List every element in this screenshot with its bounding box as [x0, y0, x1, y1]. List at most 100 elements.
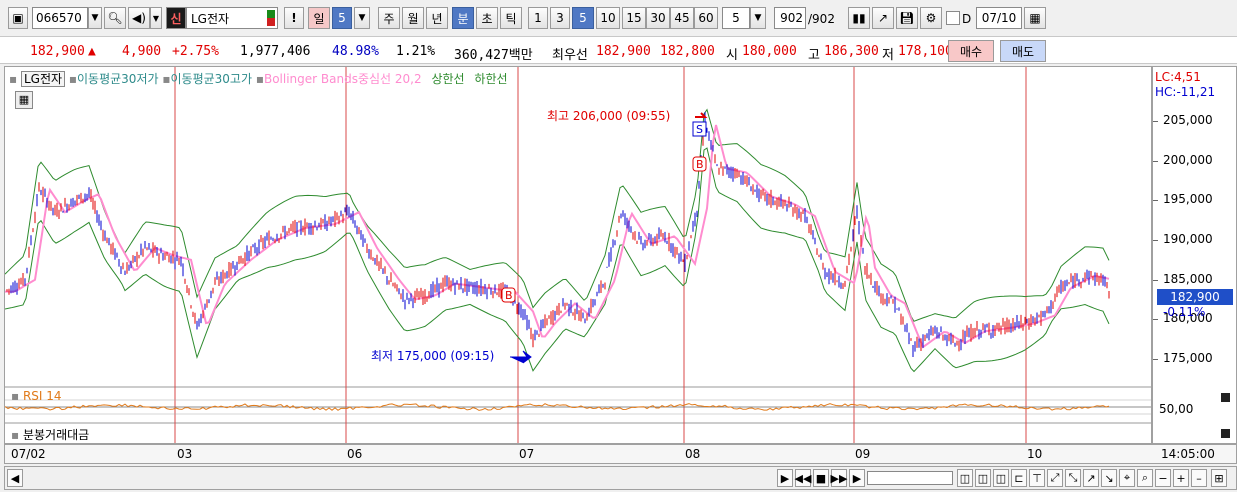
tool-icon-11[interactable]: ⌕ [1137, 469, 1153, 487]
stock-code-input[interactable]: 066570 [32, 7, 88, 29]
interval-15[interactable]: 15 [622, 7, 646, 29]
zoom-slider[interactable] [867, 471, 953, 485]
period-value[interactable]: 5 [332, 7, 352, 29]
code-dropdown-icon[interactable]: ▼ [88, 7, 102, 29]
rsi-label: ▪ RSI 14 [11, 389, 62, 403]
tab-minute[interactable]: 분 [452, 7, 474, 29]
tab-tick[interactable]: 틱 [500, 7, 522, 29]
tab-month[interactable]: 월 [402, 7, 424, 29]
top-toolbar: ▣ 066570 ▼ 🔍︎ ◀) ▼ 신 LG전자 ! 일 5 ▼ 주 월 년 … [0, 4, 1237, 32]
legend-lower[interactable]: 하한선 [474, 72, 507, 86]
high-label: 고 [808, 48, 820, 63]
lc-label: LC:4,51 [1155, 70, 1201, 84]
plus-icon[interactable]: + [1173, 469, 1189, 487]
min-annotation: 최저 175,000 (09:15) [371, 349, 495, 363]
price-tick-mark [1153, 200, 1158, 202]
search-icon[interactable]: 🔍︎ [104, 7, 126, 29]
tool-icon-10[interactable]: ⌖ [1119, 469, 1135, 487]
date-label: 07/02 [11, 447, 46, 461]
count-dropdown-icon[interactable]: ▼ [750, 7, 766, 29]
tab-week[interactable]: 주 [378, 7, 400, 29]
indicator-icon[interactable]: ▮▮ [848, 7, 870, 29]
legend-ma-high[interactable]: 이동평균30고가 [171, 72, 253, 86]
save-icon[interactable]: 💾︎ [896, 7, 918, 29]
sound-dropdown-icon[interactable]: ▼ [150, 7, 162, 29]
bollinger-upper-line [5, 108, 1110, 322]
price-tick-mark [1153, 160, 1158, 162]
d-checkbox[interactable] [946, 11, 960, 25]
rewind-icon[interactable]: ◀◀ [795, 469, 811, 487]
sell-button[interactable]: 매도 [1000, 40, 1046, 62]
date-label: 08 [685, 447, 701, 461]
trend-tool-icon[interactable]: ↗ [872, 7, 894, 29]
tool-icon-2[interactable]: ◫ [975, 469, 991, 487]
tool-icon-4[interactable]: ⊏ [1011, 469, 1027, 487]
play-icon[interactable]: ▶ [777, 469, 793, 487]
tool-icon-3[interactable]: ◫ [993, 469, 1009, 487]
minus-icon[interactable]: − [1155, 469, 1171, 487]
gear-icon[interactable]: ⚙ [920, 7, 942, 29]
rsi-close-icon[interactable] [1221, 393, 1230, 402]
scroll-left-icon[interactable]: ◀ [7, 469, 23, 487]
dash-icon[interactable]: – [1191, 469, 1207, 487]
scroll-right-icon[interactable]: ▶ [849, 469, 865, 487]
alert-button[interactable]: ! [284, 7, 304, 29]
grid-toggle-icon[interactable]: ▦ [15, 91, 33, 109]
best-label: 최우선 [552, 48, 588, 63]
legend-upper[interactable]: 상한선 [431, 72, 464, 86]
tool-icon-7[interactable]: ⤡ [1065, 469, 1081, 487]
turnover-rate: 1.21% [396, 44, 436, 59]
price-tick-label: 175,000 [1163, 351, 1213, 365]
date-label: 09 [855, 447, 871, 461]
interval-45[interactable]: 45 [670, 7, 694, 29]
price-tick-label: 205,000 [1163, 113, 1213, 127]
tab-second[interactable]: 초 [476, 7, 498, 29]
time-label: 14:05:00 [1161, 447, 1215, 461]
volume: 1,977,406 [240, 44, 311, 59]
interval-1[interactable]: 1 [528, 7, 548, 29]
low-label: 저 [882, 48, 894, 63]
date-label: 07 [519, 447, 535, 461]
tool-icon-5[interactable]: ⊤ [1029, 469, 1045, 487]
calendar-icon[interactable]: ▦ [1024, 7, 1046, 29]
price-tick-label: 200,000 [1163, 152, 1213, 167]
price-tick-label: 190,000 [1163, 232, 1213, 246]
period-dropdown-icon[interactable]: ▼ [354, 7, 370, 29]
sound-icon[interactable]: ◀) [128, 7, 150, 29]
range-input[interactable]: 902 [774, 7, 806, 29]
period-day-button[interactable]: 일 [308, 7, 330, 29]
window-icon[interactable]: ▣ [8, 7, 28, 29]
interval-3[interactable]: 3 [550, 7, 570, 29]
chart-area[interactable]: SBB ▪ LG전자 ▪이동평균30저가 ▪이동평균30고가 ▪Bollinge… [4, 66, 1152, 444]
best-bid: 182,800 [660, 44, 715, 59]
forward-icon[interactable]: ▶▶ [831, 469, 847, 487]
max-annotation: 최고 206,000 (09:55) [547, 109, 671, 123]
interval-10[interactable]: 10 [596, 7, 620, 29]
tool-icon-9[interactable]: ↘ [1101, 469, 1117, 487]
tool-icon-8[interactable]: ↗ [1083, 469, 1099, 487]
hc-label: HC:-11,21 [1155, 85, 1216, 99]
legend-stock[interactable]: LG전자 [20, 71, 66, 87]
stop-icon[interactable]: ■ [813, 469, 829, 487]
price-axis[interactable]: LC:4,51 HC:-11,21 205,000 200,000 195,000 1… [1152, 66, 1237, 444]
tool-icon-1[interactable]: ◫ [957, 469, 973, 487]
count-input[interactable]: 5 [722, 7, 750, 29]
legend-bb-mid[interactable]: Bollinger Bands중심선 20,2 [264, 72, 422, 86]
chart-scrollbar[interactable]: ◀ ▶ ◀◀ ■ ▶▶ ▶ ◫ ◫ ◫ ⊏ ⊤ ⤢ ⤡ ↗ ↘ ⌖ ⌕ − + … [4, 466, 1237, 490]
interval-60[interactable]: 60 [694, 7, 718, 29]
buy-marker-text: B [696, 158, 704, 171]
min-arrow [510, 350, 532, 364]
volume-close-icon[interactable] [1221, 429, 1230, 438]
price-tick-label: 195,000 [1163, 192, 1213, 207]
date-input[interactable]: 07/10 [976, 7, 1022, 29]
price-tick-mark [1153, 240, 1158, 241]
up-arrow-icon: ▲ [88, 44, 96, 59]
buy-button[interactable]: 매수 [948, 40, 994, 62]
settings-icon[interactable]: ⊞ [1211, 469, 1227, 487]
stock-name-field[interactable]: LG전자 [186, 7, 278, 29]
interval-30[interactable]: 30 [646, 7, 670, 29]
legend-ma-low[interactable]: 이동평균30저가 [77, 72, 159, 86]
tool-icon-6[interactable]: ⤢ [1047, 469, 1063, 487]
tab-year[interactable]: 년 [426, 7, 448, 29]
interval-5[interactable]: 5 [572, 7, 594, 29]
